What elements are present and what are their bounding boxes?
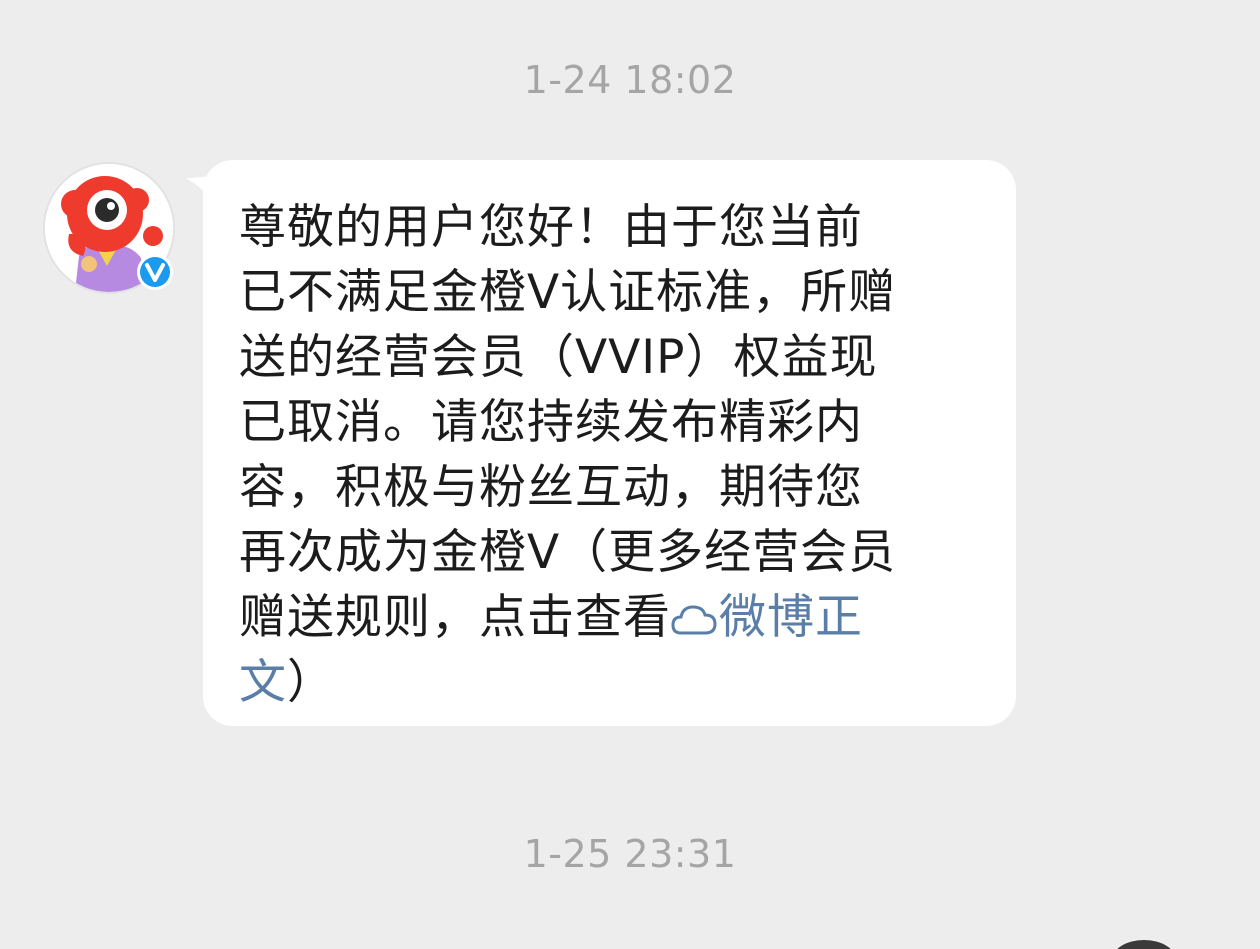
verified-v-badge (135, 252, 175, 292)
weibo-cloud-link-icon (671, 605, 717, 635)
message-line: 尊敬的用户您好！由于您当前 (239, 200, 863, 255)
message-line: 赠送规则，点击查看 微博正 (239, 585, 984, 650)
message-line: 已取消。请您持续发布精彩内 (239, 395, 863, 450)
weibo-post-link-continued[interactable]: 文 (239, 655, 287, 710)
message-line: 已不满足金橙V认证标准，所赠 (239, 265, 897, 320)
message-text-segment: 赠送规则，点击查看 (239, 590, 671, 645)
message-line: 送的经营会员（VVIP）权益现 (239, 330, 878, 385)
message-line: 再次成为金橙V（更多经营会员 (239, 525, 897, 580)
message-timestamp: 1-25 23:31 (523, 832, 737, 876)
chat-window: 1-24 18:02 尊敬的用户您好！由于您当前 已不满足金橙V认证标准，所赠 … (0, 0, 1260, 949)
next-sender-avatar[interactable] (1112, 940, 1176, 949)
message-line: 容，积极与粉丝互动，期待您 (239, 460, 863, 515)
message-text-segment: ） (287, 655, 335, 710)
message-timestamp: 1-24 18:02 (523, 58, 737, 102)
message-text: 尊敬的用户您好！由于您当前 已不满足金橙V认证标准，所赠 送的经营会员（VVIP… (239, 195, 984, 715)
message-line: 文） (239, 650, 984, 715)
link-text: 微博正 (719, 590, 863, 645)
weibo-post-link[interactable]: 微博正 (671, 590, 863, 645)
sender-avatar[interactable] (41, 160, 177, 296)
